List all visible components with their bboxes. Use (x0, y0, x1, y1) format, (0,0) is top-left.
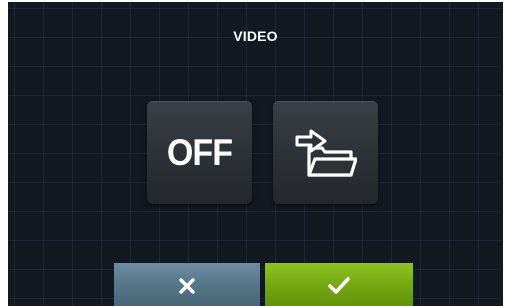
confirm-button[interactable] (265, 263, 413, 306)
folder-import-icon (295, 129, 357, 177)
close-icon (179, 277, 195, 294)
folder-import-button[interactable] (273, 101, 378, 204)
check-icon (328, 276, 350, 294)
off-label: OFF (166, 131, 233, 173)
off-button[interactable]: OFF (147, 101, 252, 204)
cancel-button[interactable] (114, 263, 260, 306)
page-title: VIDEO (233, 28, 278, 44)
video-settings-screen: VIDEO OFF (8, 2, 503, 306)
